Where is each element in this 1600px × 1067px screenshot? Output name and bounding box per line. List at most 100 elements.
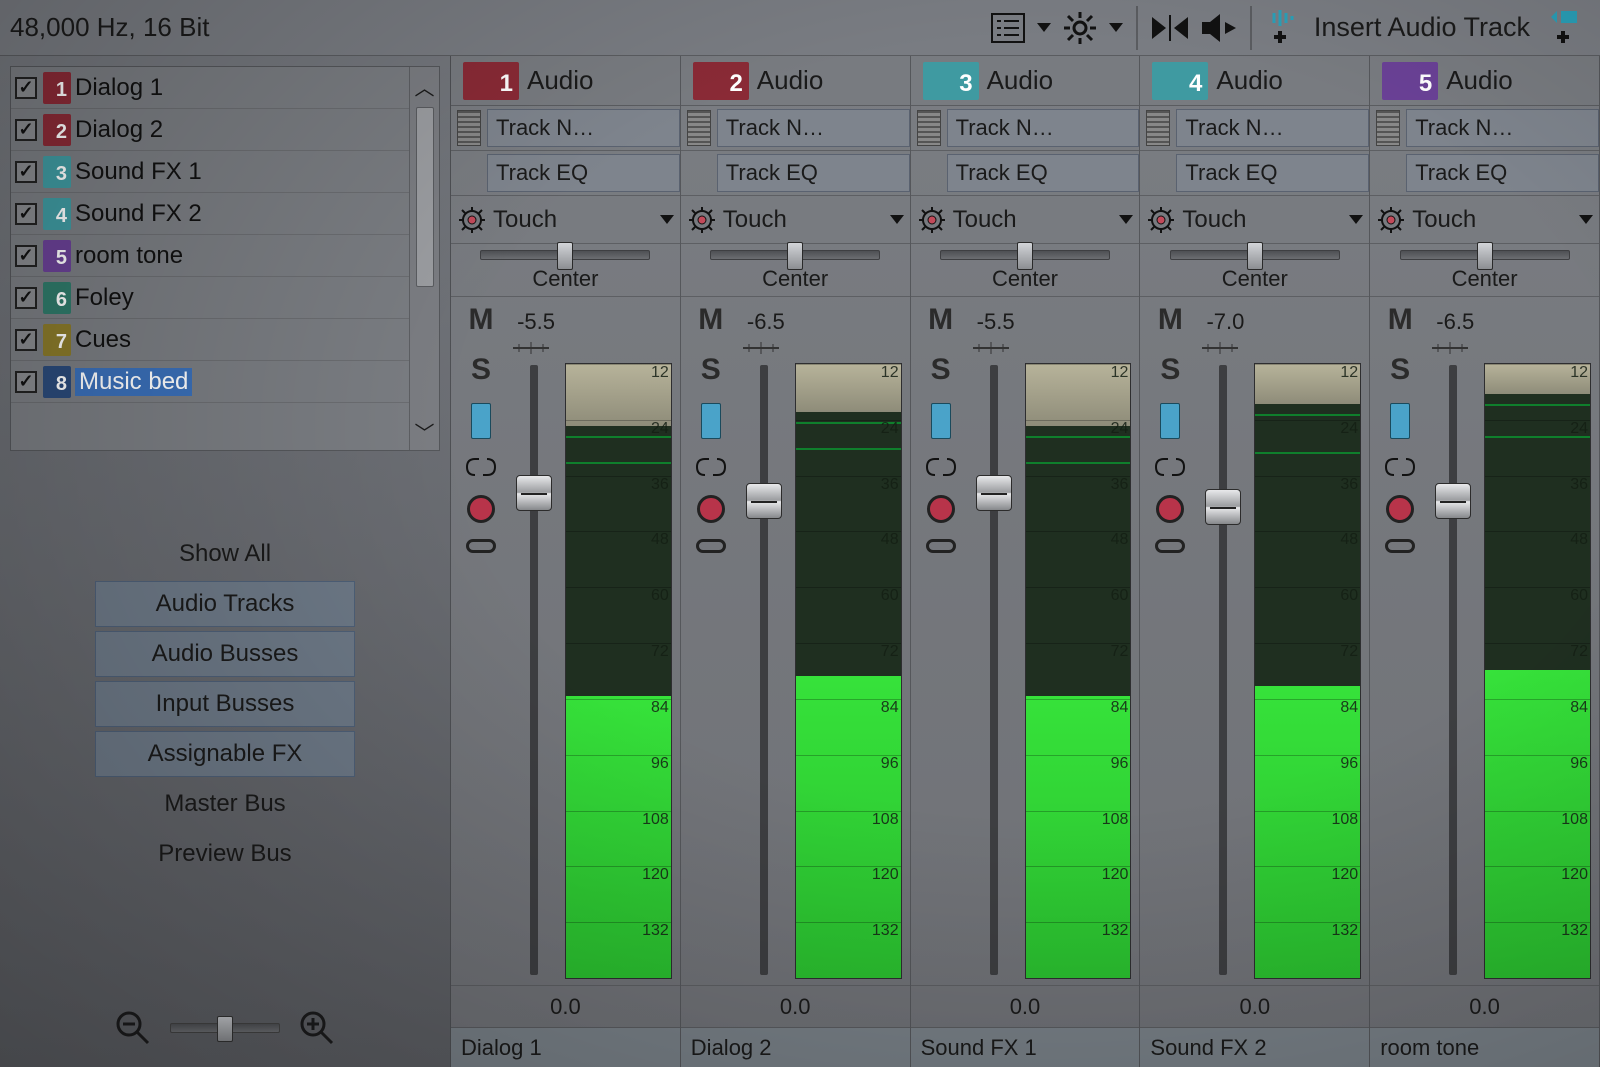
fader-track[interactable] <box>1449 365 1457 975</box>
fx-slot[interactable]: Track EQ <box>451 151 680 196</box>
chevron-down-icon[interactable] <box>1349 215 1363 225</box>
channel-header[interactable]: 3Audio <box>911 56 1140 106</box>
pan-slider[interactable] <box>1170 250 1340 260</box>
chevron-down-icon[interactable] <box>1579 215 1593 225</box>
fader-track[interactable] <box>760 365 768 975</box>
fx-name-label[interactable]: Track N… <box>1406 109 1599 147</box>
view-list-dropdown-icon[interactable] <box>1034 6 1054 50</box>
record-arm-button[interactable] <box>927 495 955 523</box>
track-checkbox[interactable] <box>15 371 37 393</box>
gear-dropdown-icon[interactable] <box>1106 6 1126 50</box>
pan-handle[interactable] <box>557 242 573 270</box>
fx-name-label[interactable]: Track N… <box>1176 109 1369 147</box>
pan-slider[interactable] <box>480 250 650 260</box>
pan-slider[interactable] <box>1400 250 1570 260</box>
input-monitor-button[interactable] <box>696 539 726 553</box>
chevron-down-icon[interactable] <box>890 215 904 225</box>
channel-name-field[interactable]: Dialog 1 <box>451 1027 680 1067</box>
scroll-thumb[interactable] <box>416 107 434 287</box>
input-monitor-button[interactable] <box>926 539 956 553</box>
snap-arrows-icon[interactable] <box>1148 6 1192 50</box>
fader-knob[interactable] <box>516 475 552 511</box>
fx-eq-label[interactable]: Track EQ <box>487 154 680 192</box>
show-all-button[interactable]: Show All <box>95 531 355 577</box>
record-arm-button[interactable] <box>1386 495 1414 523</box>
pan-handle[interactable] <box>1247 242 1263 270</box>
channel-header[interactable]: 5Audio <box>1370 56 1599 106</box>
track-checkbox[interactable] <box>15 329 37 351</box>
insert-audio-track-icon[interactable] <box>1262 6 1306 50</box>
channel-name-field[interactable]: Sound FX 1 <box>911 1027 1140 1067</box>
dim-speaker-icon[interactable] <box>1196 6 1240 50</box>
channel-name-field[interactable]: room tone <box>1370 1027 1599 1067</box>
track-checkbox[interactable] <box>15 77 37 99</box>
track-list-item[interactable]: 6Foley <box>11 277 409 319</box>
input-monitor-button[interactable] <box>1385 539 1415 553</box>
track-checkbox[interactable] <box>15 161 37 183</box>
pan-handle[interactable] <box>1477 242 1493 270</box>
automation-mode[interactable]: Touch <box>1140 196 1369 244</box>
pan-slider[interactable] <box>710 250 880 260</box>
fader-knob[interactable] <box>1435 483 1471 519</box>
channel-header[interactable]: 1Audio <box>451 56 680 106</box>
mute-button[interactable]: M <box>469 303 494 337</box>
phase-button[interactable] <box>931 403 951 439</box>
solo-button[interactable]: S <box>931 353 951 387</box>
pan-handle[interactable] <box>1017 242 1033 270</box>
automation-mode[interactable]: Touch <box>1370 196 1599 244</box>
grip-icon[interactable] <box>457 110 481 146</box>
fx-slot[interactable]: Track EQ <box>1140 151 1369 196</box>
track-list-item[interactable]: 4Sound FX 2 <box>11 193 409 235</box>
record-arm-button[interactable] <box>1156 495 1184 523</box>
fx-slot[interactable]: Track N… <box>911 106 1140 151</box>
track-checkbox[interactable] <box>15 245 37 267</box>
link-icon[interactable] <box>923 455 959 479</box>
zoom-in-icon[interactable] <box>298 1009 336 1047</box>
track-list-item[interactable]: 7Cues <box>11 319 409 361</box>
input-monitor-button[interactable] <box>466 539 496 553</box>
track-list-item[interactable]: 5room tone <box>11 235 409 277</box>
scrollbar[interactable]: ︿ ﹀ <box>409 67 439 450</box>
automation-mode[interactable]: Touch <box>681 196 910 244</box>
link-icon[interactable] <box>1152 455 1188 479</box>
fx-eq-label[interactable]: Track EQ <box>1176 154 1369 192</box>
scroll-up-icon[interactable]: ︿ <box>410 67 439 105</box>
track-checkbox[interactable] <box>15 119 37 141</box>
phase-button[interactable] <box>701 403 721 439</box>
fader-knob[interactable] <box>746 483 782 519</box>
phase-button[interactable] <box>1390 403 1410 439</box>
channel-name-field[interactable]: Sound FX 2 <box>1140 1027 1369 1067</box>
automation-mode[interactable]: Touch <box>911 196 1140 244</box>
zoom-slider[interactable] <box>170 1023 280 1033</box>
fx-slot[interactable]: Track EQ <box>911 151 1140 196</box>
grip-icon[interactable] <box>687 110 711 146</box>
phase-button[interactable] <box>471 403 491 439</box>
fx-name-label[interactable]: Track N… <box>717 109 910 147</box>
grip-icon[interactable] <box>1146 110 1170 146</box>
track-list-item[interactable]: 3Sound FX 1 <box>11 151 409 193</box>
zoom-out-icon[interactable] <box>114 1009 152 1047</box>
fx-name-label[interactable]: Track N… <box>947 109 1140 147</box>
view-list-icon[interactable] <box>986 6 1030 50</box>
track-checkbox[interactable] <box>15 287 37 309</box>
automation-mode[interactable]: Touch <box>451 196 680 244</box>
input-monitor-button[interactable] <box>1155 539 1185 553</box>
link-icon[interactable] <box>463 455 499 479</box>
audio-busses-button[interactable]: Audio Busses <box>95 631 355 677</box>
fader-track[interactable] <box>530 365 538 975</box>
fx-name-label[interactable]: Track N… <box>487 109 680 147</box>
audio-tracks-button[interactable]: Audio Tracks <box>95 581 355 627</box>
solo-button[interactable]: S <box>701 353 721 387</box>
fx-slot[interactable]: Track N… <box>451 106 680 151</box>
phase-button[interactable] <box>1160 403 1180 439</box>
assignable-fx-button[interactable]: Assignable FX <box>95 731 355 777</box>
pan-handle[interactable] <box>787 242 803 270</box>
track-list-item[interactable]: 1Dialog 1 <box>11 67 409 109</box>
fader-knob[interactable] <box>976 475 1012 511</box>
link-icon[interactable] <box>1382 455 1418 479</box>
fx-slot[interactable]: Track N… <box>1140 106 1369 151</box>
fx-eq-label[interactable]: Track EQ <box>1406 154 1599 192</box>
mute-button[interactable]: M <box>698 303 723 337</box>
fx-slot[interactable]: Track EQ <box>681 151 910 196</box>
channel-name-field[interactable]: Dialog 2 <box>681 1027 910 1067</box>
